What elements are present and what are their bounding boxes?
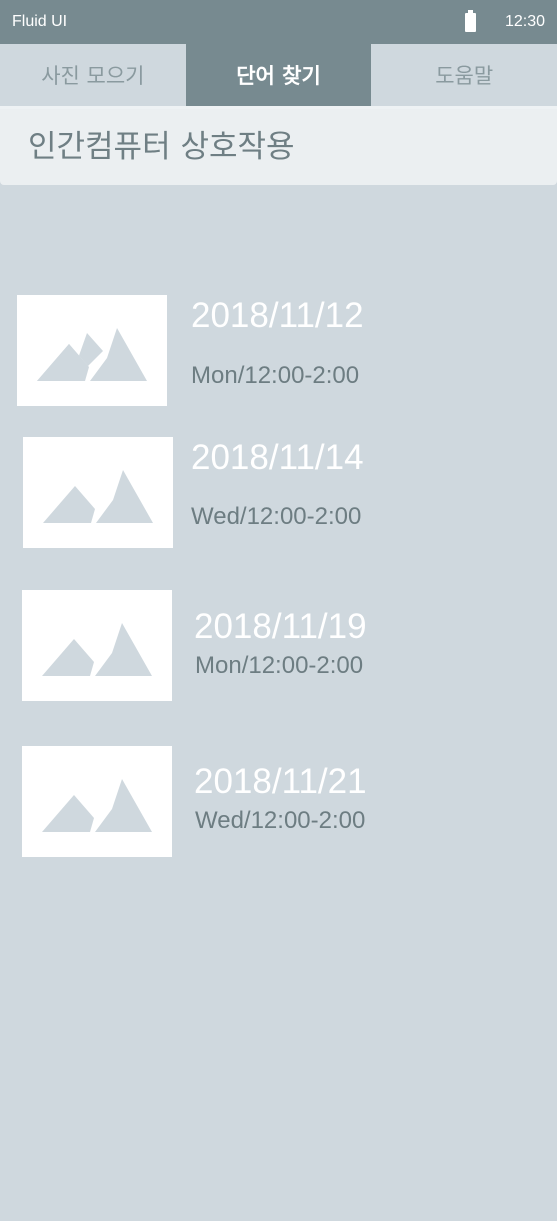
tab-word-search[interactable]: 단어 찾기	[185, 44, 372, 106]
image-placeholder-icon	[23, 437, 173, 548]
item-date: 2018/11/14	[191, 438, 364, 477]
item-date: 2018/11/19	[194, 607, 367, 646]
image-placeholder-icon	[17, 295, 167, 406]
tab-help[interactable]: 도움말	[371, 44, 557, 106]
tab-photo-collect[interactable]: 사진 모으기	[0, 44, 186, 106]
status-bar: Fluid UI 12:30	[0, 0, 557, 44]
item-date: 2018/11/12	[191, 296, 364, 335]
status-time: 12:30	[504, 13, 545, 30]
page-title: 인간컴퓨터 상호작용	[28, 129, 295, 165]
image-placeholder-icon	[22, 590, 172, 701]
item-time: Wed/12:00-2:00	[191, 503, 362, 530]
battery-icon	[465, 10, 476, 32]
item-time: Wed/12:00-2:00	[195, 807, 366, 834]
status-app-name: Fluid UI	[12, 13, 68, 30]
tab-bar: 사진 모으기 단어 찾기 도움말	[0, 44, 557, 106]
item-time: Mon/12:00-2:00	[195, 652, 364, 679]
item-time: Mon/12:00-2:00	[191, 362, 360, 389]
item-date: 2018/11/21	[194, 762, 367, 801]
header: 인간컴퓨터 상호작용	[0, 109, 557, 185]
image-placeholder-icon	[22, 746, 172, 857]
